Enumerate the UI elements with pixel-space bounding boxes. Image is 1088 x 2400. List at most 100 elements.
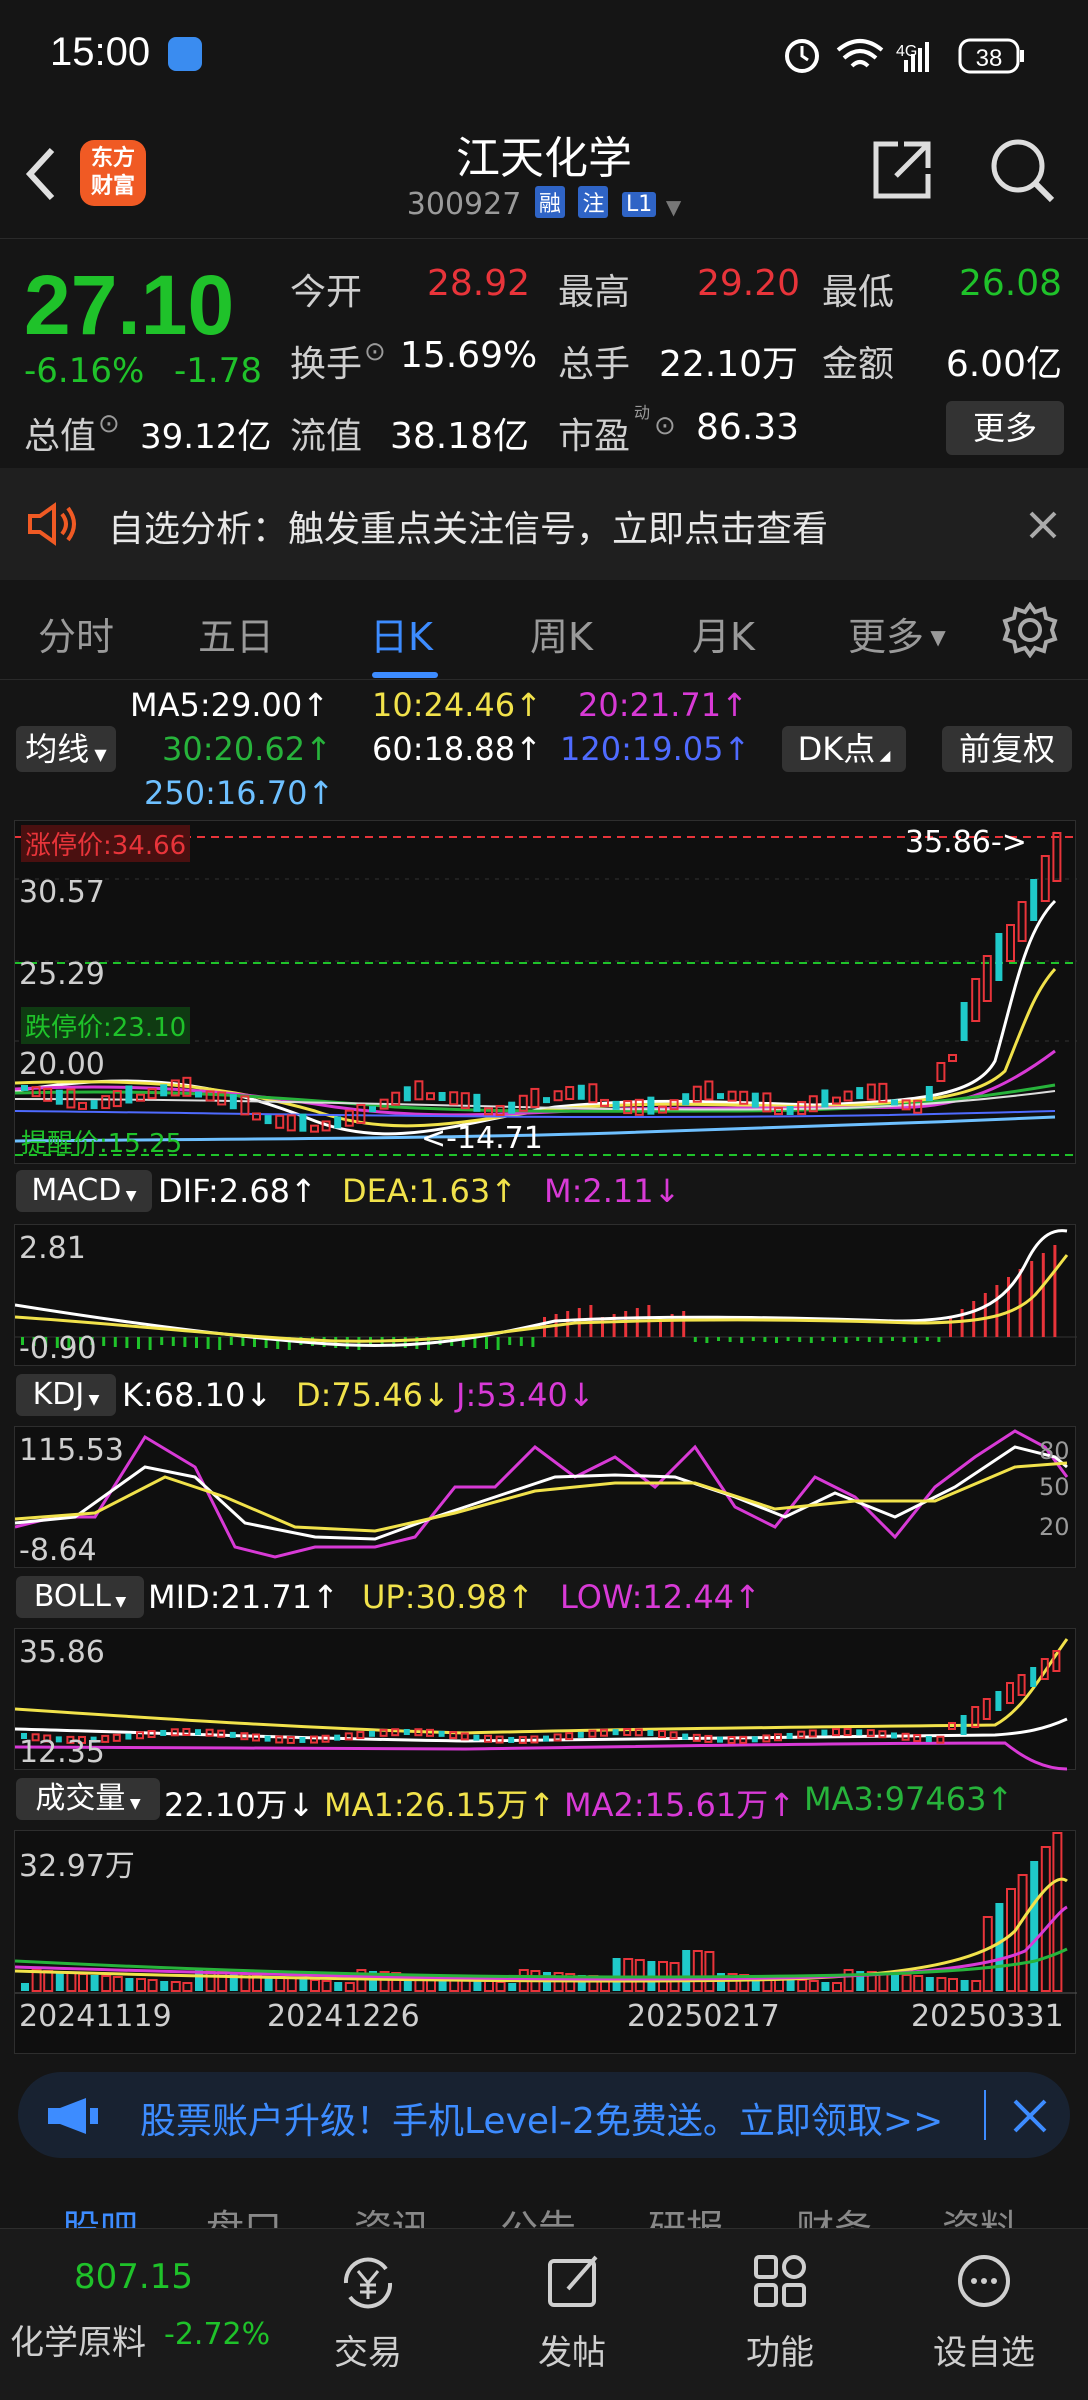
macd-bar <box>113 1337 117 1347</box>
volume-bar <box>960 1980 969 1991</box>
macd-bar <box>902 1337 906 1342</box>
boll-candle <box>379 1728 388 1737</box>
boll-candle <box>913 1734 922 1743</box>
boll-candle <box>797 1730 806 1739</box>
float-value: 38.18亿 <box>390 416 530 457</box>
dk-point-button[interactable]: DK点 ◢ <box>782 726 906 772</box>
tab-orderbook[interactable]: 盘口 <box>206 2198 282 2230</box>
turnover-value: 15.69% <box>400 335 538 376</box>
boll-candle <box>1006 1682 1014 1704</box>
boll-low: LOW:12.44↑ <box>560 1578 761 1616</box>
notice-bar[interactable]: 自选分析：触发重点关注信号，立即点击查看 <box>0 468 1088 580</box>
active-tab-indicator <box>372 672 438 678</box>
volume-bar <box>704 1951 715 1992</box>
macd-bar <box>102 1337 106 1346</box>
volume-bar <box>299 1979 308 1991</box>
kline-chart[interactable]: 涨停价:34.66 30.57 25.29 跌停价:23.10 20.00 提醒… <box>14 820 1077 1164</box>
candle <box>426 1092 435 1101</box>
status-time: 15:00 <box>50 30 151 74</box>
kline-canvas <box>15 832 1077 1156</box>
macd-bar <box>485 1337 488 1349</box>
volume-bar <box>891 1974 899 1991</box>
close-icon[interactable] <box>1012 2098 1048 2134</box>
volume-indicator-button[interactable]: 成交量 ▼ <box>16 1778 160 1820</box>
candle <box>438 1091 446 1101</box>
sector-name[interactable]: 化学原料 <box>10 2315 146 2364</box>
kdj-d: D:75.46↓ <box>296 1376 450 1414</box>
macd-bar <box>531 1337 535 1347</box>
status-bar: 15:00 4G 38 <box>0 0 1088 112</box>
info-icon[interactable]: ⊙ <box>364 337 386 367</box>
tab-research[interactable]: 研报 <box>648 2198 724 2230</box>
macd-bar <box>183 1337 187 1347</box>
stock-code: 300927 <box>406 187 522 222</box>
volume-chart[interactable]: 32.97万 20241119 20241226 20250217 202503… <box>14 1830 1077 2054</box>
tab-daily-k[interactable]: 日K <box>370 606 433 661</box>
boll-chart[interactable]: 35.86 12.35 <box>14 1628 1076 1771</box>
kdj-indicator-button[interactable]: KDJ ▼ <box>16 1374 116 1416</box>
tab-intraday[interactable]: 分时 <box>38 606 114 661</box>
ma250-value: 250:16.70↑ <box>144 774 335 812</box>
amount-label: 金额 <box>822 344 895 385</box>
more-button[interactable]: 更多 <box>946 401 1064 455</box>
boll-candle <box>1017 1674 1026 1696</box>
boll-candle <box>808 1729 817 1738</box>
trade-button[interactable]: 交易 <box>298 2325 438 2374</box>
candle <box>391 1091 401 1106</box>
candle <box>751 1092 759 1108</box>
tab-monthly-k[interactable]: 月K <box>692 606 755 661</box>
info-icon[interactable]: ⊙ <box>654 411 676 441</box>
volume-bar <box>310 1979 320 1992</box>
volume-ma2: MA2:15.61万↑ <box>564 1786 796 1824</box>
ma-type-button[interactable]: 均线 ▼ <box>16 726 116 772</box>
tab-forum[interactable]: 股吧 <box>62 2198 138 2230</box>
gear-icon[interactable] <box>1002 602 1058 658</box>
boll-up: UP:30.98↑ <box>362 1578 534 1616</box>
boll-candle <box>669 1731 678 1740</box>
boll-candle <box>577 1731 584 1738</box>
macd-bar <box>403 1337 407 1348</box>
candle <box>1030 879 1038 921</box>
volume-bar <box>508 1983 517 1991</box>
quote-panel: 27.10 -6.16% -1.78 今开 28.92 最高 29.20 最低 … <box>0 238 1088 468</box>
macd-bar <box>833 1337 836 1342</box>
boll-indicator-button[interactable]: BOLL ▼ <box>16 1576 144 1618</box>
candle <box>195 1091 202 1098</box>
kdj-chart[interactable]: 115.53 -8.64 80 50 20 <box>14 1426 1076 1568</box>
float-label: 流值 <box>290 416 363 457</box>
y-axis-label: 20.00 <box>19 1047 105 1082</box>
open-value: 28.92 <box>426 263 530 304</box>
tab-announcements[interactable]: 公告 <box>500 2198 576 2230</box>
search-icon[interactable] <box>988 136 1058 206</box>
function-button[interactable]: 功能 <box>710 2325 850 2374</box>
macd-bar <box>925 1337 929 1341</box>
post-button[interactable]: 发帖 <box>502 2325 642 2374</box>
boll-candle <box>565 1732 574 1741</box>
volume-ma1: MA1:26.15万↑ <box>324 1786 556 1824</box>
macd-chart[interactable]: 2.81 -0.90 <box>14 1224 1077 1366</box>
yen-exchange-icon <box>343 2257 393 2309</box>
boll-candle <box>623 1728 632 1737</box>
info-icon[interactable]: ⊙ <box>98 409 120 439</box>
tab-weekly-k[interactable]: 周K <box>530 606 593 661</box>
upgrade-banner[interactable]: 股票账户升级！手机Level-2免费送。立即领取>> <box>18 2072 1070 2158</box>
sector-index-value[interactable]: 807.15 <box>74 2257 193 2297</box>
tab-profile[interactable]: 资料 <box>942 2198 1018 2230</box>
tab-finance[interactable]: 财务 <box>796 2198 872 2230</box>
tab-five-day[interactable]: 五日 <box>198 606 274 661</box>
date-label: 20250217 <box>627 1999 780 2034</box>
macd-indicator-button[interactable]: MACD ▼ <box>16 1170 152 1212</box>
tab-more[interactable]: 更多 ▼ <box>848 606 946 661</box>
volume-bar <box>936 1977 947 1992</box>
adjust-button[interactable]: 前复权 <box>942 726 1072 772</box>
candle <box>55 1089 63 1105</box>
candle <box>229 1094 237 1110</box>
candle <box>136 1093 145 1102</box>
candle <box>577 1084 585 1100</box>
volume-bar <box>78 1973 88 1992</box>
add-to-watchlist-button[interactable]: 设自选 <box>914 2325 1054 2374</box>
close-icon[interactable] <box>1028 510 1058 540</box>
boll-candle <box>717 1736 723 1743</box>
tab-news[interactable]: 资讯 <box>354 2198 430 2230</box>
share-icon[interactable] <box>870 138 934 202</box>
